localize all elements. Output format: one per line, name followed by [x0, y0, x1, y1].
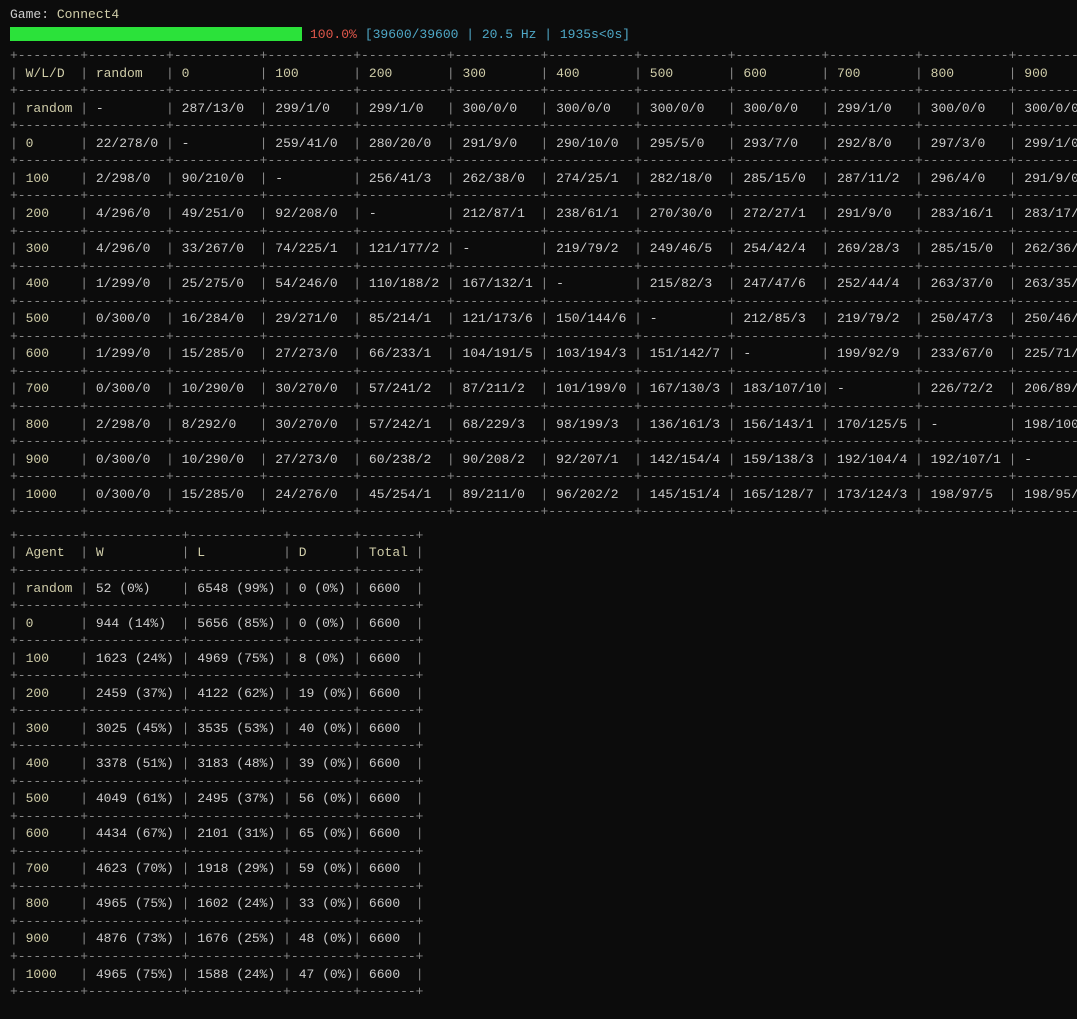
summary-sep: +--------+------------+------------+----… — [10, 597, 1067, 615]
summary-sep: +--------+------------+------------+----… — [10, 667, 1067, 685]
matrix-row: | 400 | 1/299/0 | 25/275/0 | 54/246/0 | … — [10, 275, 1067, 293]
summary-sep: +--------+------------+------------+----… — [10, 808, 1067, 826]
matrix-sep: +--------+----------+-----------+-------… — [10, 398, 1067, 416]
summary-row: | 1000 | 4965 (75%) | 1588 (24%) | 47 (0… — [10, 966, 1067, 984]
wld-matrix-table: +--------+----------+-----------+-------… — [10, 47, 1067, 521]
summary-row: | 700 | 4623 (70%) | 1918 (29%) | 59 (0%… — [10, 860, 1067, 878]
summary-sep: +--------+------------+------------+----… — [10, 843, 1067, 861]
matrix-sep: +--------+----------+-----------+-------… — [10, 503, 1067, 521]
summary-row: | 900 | 4876 (73%) | 1676 (25%) | 48 (0%… — [10, 930, 1067, 948]
matrix-sep: +--------+----------+-----------+-------… — [10, 328, 1067, 346]
progress-bar — [10, 27, 302, 41]
matrix-sep: +--------+----------+-----------+-------… — [10, 363, 1067, 381]
summary-table: +--------+------------+------------+----… — [10, 527, 1067, 1001]
summary-sep: +--------+------------+------------+----… — [10, 632, 1067, 650]
summary-row: | 600 | 4434 (67%) | 2101 (31%) | 65 (0%… — [10, 825, 1067, 843]
summary-sep: +--------+------------+------------+----… — [10, 737, 1067, 755]
matrix-sep: +--------+----------+-----------+-------… — [10, 468, 1067, 486]
summary-row: | 100 | 1623 (24%) | 4969 (75%) | 8 (0%)… — [10, 650, 1067, 668]
matrix-row: | 600 | 1/299/0 | 15/285/0 | 27/273/0 | … — [10, 345, 1067, 363]
summary-sep: +--------+------------+------------+----… — [10, 773, 1067, 791]
matrix-row: | 200 | 4/296/0 | 49/251/0 | 92/208/0 | … — [10, 205, 1067, 223]
progress-meta: [39600/39600 | 20.5 Hz | 1935s<0s] — [365, 26, 630, 44]
summary-sep: +--------+------------+------------+----… — [10, 983, 1067, 1001]
game-label: Game: — [10, 7, 49, 22]
summary-row: | 800 | 4965 (75%) | 1602 (24%) | 33 (0%… — [10, 895, 1067, 913]
matrix-row: | 800 | 2/298/0 | 8/292/0 | 30/270/0 | 5… — [10, 416, 1067, 434]
matrix-sep: +--------+----------+-----------+-------… — [10, 117, 1067, 135]
game-name: Connect4 — [57, 7, 119, 22]
summary-sep: +--------+------------+------------+----… — [10, 527, 1067, 545]
summary-sep: +--------+------------+------------+----… — [10, 702, 1067, 720]
progress-bar-fill — [10, 27, 302, 41]
summary-sep: +--------+------------+------------+----… — [10, 948, 1067, 966]
matrix-row: | 0 | 22/278/0 | - | 259/41/0 | 280/20/0… — [10, 135, 1067, 153]
matrix-row: | 300 | 4/296/0 | 33/267/0 | 74/225/1 | … — [10, 240, 1067, 258]
matrix-sep: +--------+----------+-----------+-------… — [10, 187, 1067, 205]
matrix-sep: +--------+----------+-----------+-------… — [10, 223, 1067, 241]
summary-row: | random | 52 (0%) | 6548 (99%) | 0 (0%)… — [10, 580, 1067, 598]
summary-sep: +--------+------------+------------+----… — [10, 913, 1067, 931]
matrix-row: | 500 | 0/300/0 | 16/284/0 | 29/271/0 | … — [10, 310, 1067, 328]
matrix-sep: +--------+----------+-----------+-------… — [10, 293, 1067, 311]
matrix-row: | 700 | 0/300/0 | 10/290/0 | 30/270/0 | … — [10, 380, 1067, 398]
summary-sep: +--------+------------+------------+----… — [10, 562, 1067, 580]
summary-row: | 500 | 4049 (61%) | 2495 (37%) | 56 (0%… — [10, 790, 1067, 808]
progress-percent: 100.0% — [310, 26, 357, 44]
summary-header-row: | Agent | W | L | D | Total | — [10, 544, 1067, 562]
matrix-row: | random | - | 287/13/0 | 299/1/0 | 299/… — [10, 100, 1067, 118]
matrix-sep: +--------+----------+-----------+-------… — [10, 433, 1067, 451]
summary-sep: +--------+------------+------------+----… — [10, 878, 1067, 896]
matrix-row: | 900 | 0/300/0 | 10/290/0 | 27/273/0 | … — [10, 451, 1067, 469]
matrix-row: | 1000 | 0/300/0 | 15/285/0 | 24/276/0 |… — [10, 486, 1067, 504]
summary-row: | 200 | 2459 (37%) | 4122 (62%) | 19 (0%… — [10, 685, 1067, 703]
matrix-sep: +--------+----------+-----------+-------… — [10, 47, 1067, 65]
summary-row: | 0 | 944 (14%) | 5656 (85%) | 0 (0%) | … — [10, 615, 1067, 633]
summary-row: | 400 | 3378 (51%) | 3183 (48%) | 39 (0%… — [10, 755, 1067, 773]
matrix-sep: +--------+----------+-----------+-------… — [10, 82, 1067, 100]
matrix-sep: +--------+----------+-----------+-------… — [10, 258, 1067, 276]
matrix-sep: +--------+----------+-----------+-------… — [10, 152, 1067, 170]
matrix-header-row: | W/L/D | random | 0 | 100 | 200 | 300 |… — [10, 65, 1067, 83]
matrix-row: | 100 | 2/298/0 | 90/210/0 | - | 256/41/… — [10, 170, 1067, 188]
summary-row: | 300 | 3025 (45%) | 3535 (53%) | 40 (0%… — [10, 720, 1067, 738]
